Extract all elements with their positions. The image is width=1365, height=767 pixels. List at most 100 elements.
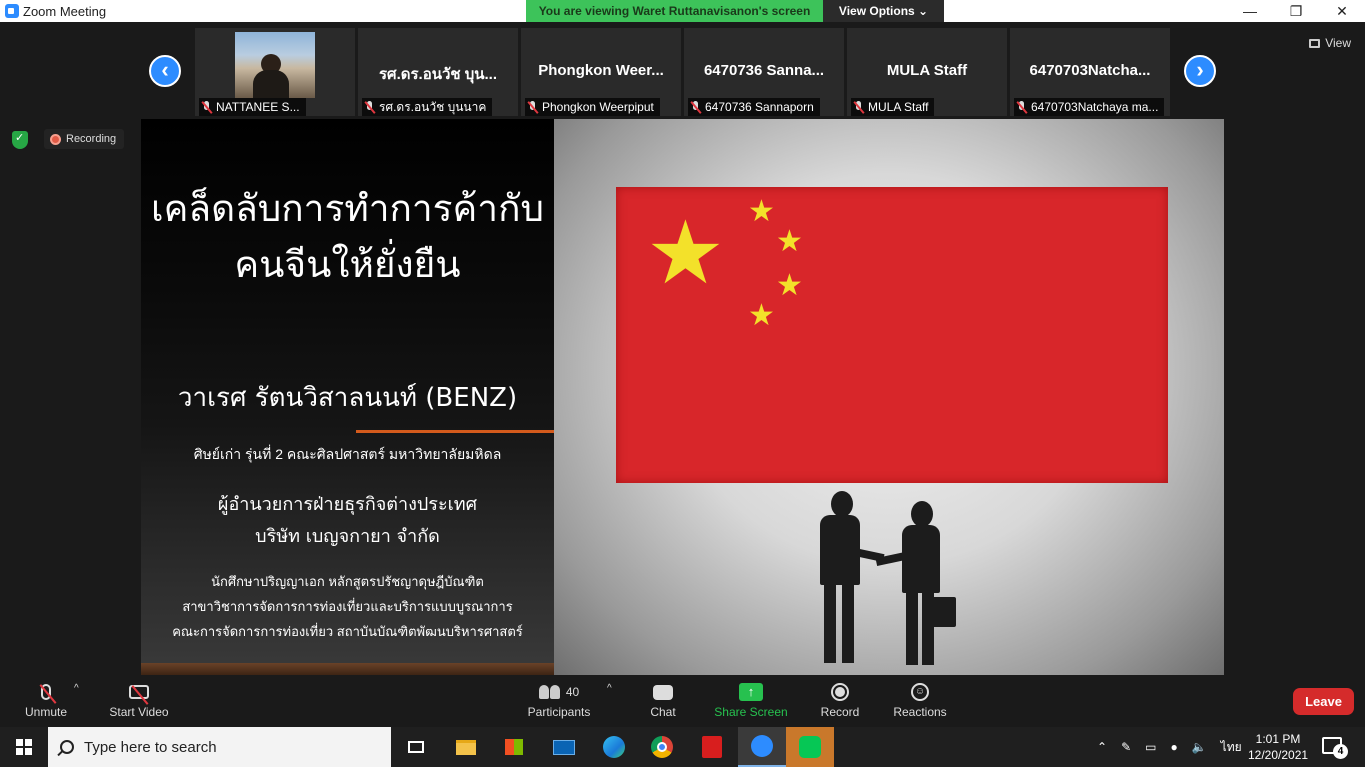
participant-label: Phongkon Weerpiput: [525, 98, 660, 116]
participant-display-name: MULA Staff: [886, 62, 968, 79]
clock-time: 1:01 PM: [1255, 732, 1301, 746]
company-name: บริษัท เบญจกายา จำกัด: [255, 526, 440, 547]
small-star-icon: ★: [748, 299, 775, 332]
leave-button[interactable]: Leave: [1293, 688, 1354, 715]
start-button[interactable]: [0, 727, 48, 767]
notification-count: 4: [1333, 744, 1348, 759]
participant-name: Phongkon Weerpiput: [542, 100, 654, 114]
alumni-line: ศิษย์เก่า รุ่นที่ 2 คณะศิลปศาสตร์ มหาวิท…: [193, 446, 502, 462]
participant-tile[interactable]: รศ.ดร.อนวัช บุน... รศ.ดร.อนวัช บุนนาค: [358, 28, 518, 116]
participant-label: 6470736 Sannaporn: [688, 98, 820, 116]
viewing-message: You are viewing Waret Ruttanavisanon's s…: [526, 0, 823, 22]
audio-options-caret[interactable]: ^: [74, 683, 79, 694]
participant-tile[interactable]: NATTANEE S...: [195, 28, 355, 116]
chat-icon: [653, 684, 673, 700]
participant-display-name: 6470703Natcha...: [1029, 62, 1151, 79]
search-placeholder: Type here to search: [84, 738, 217, 756]
participant-label: 6470703Natchaya ma...: [1014, 98, 1165, 116]
participant-label: รศ.ดร.อนวัช บุนนาค: [362, 98, 493, 116]
chrome-icon[interactable]: [638, 727, 686, 767]
edge-icon[interactable]: [590, 727, 638, 767]
meeting-area: View ‹ › NATTANEE S... รศ.ดร.อนวัช บุน..…: [0, 22, 1365, 727]
participant-tile[interactable]: Phongkon Weer... Phongkon Weerpiput: [521, 28, 681, 116]
line-icon[interactable]: [786, 727, 834, 767]
mic-muted-icon: [853, 100, 864, 114]
record-button[interactable]: Record: [818, 679, 862, 719]
divider: [356, 430, 554, 433]
microphone-icon: [39, 684, 57, 704]
chat-label: Chat: [650, 705, 676, 719]
chevron-up-icon[interactable]: ⌃: [1097, 740, 1107, 754]
study-line: คณะการจัดการการท่องเที่ยว สถาบันบัณฑิตพั…: [172, 624, 523, 639]
share-screen-label: Share Screen: [714, 705, 788, 719]
participant-tile[interactable]: 6470736 Sanna... 6470736 Sannaporn: [684, 28, 844, 116]
study-line: สาขาวิชาการจัดการการท่องเที่ยวและบริการแ…: [182, 599, 513, 614]
system-tray: ⌃ ✎ ▭ ● 🔈 ไทย: [1097, 727, 1242, 767]
participant-name: 6470703Natchaya ma...: [1031, 100, 1159, 114]
taskbar-clock[interactable]: 1:01 PM 12/20/2021: [1248, 731, 1308, 763]
view-button-label: View: [1325, 36, 1351, 50]
study-info: นักศึกษาปริญญาเอก หลักสูตรปรัชญาดุษฎีบัณ…: [141, 569, 554, 644]
store-icon[interactable]: [490, 727, 538, 767]
share-screen-button[interactable]: ↑ Share Screen: [713, 679, 789, 719]
mic-muted-icon: [690, 100, 701, 114]
slide-image: ★ ★ ★ ★ ★: [554, 119, 1224, 675]
slide-title-line: เคล็ดลับการทำการค้ากับ: [151, 187, 544, 230]
participants-button[interactable]: 40 Participants: [524, 679, 594, 719]
mic-muted-icon: [1016, 100, 1027, 114]
taskbar-search[interactable]: Type here to search: [48, 727, 391, 767]
mic-muted-icon: [201, 100, 212, 114]
start-video-button[interactable]: Start Video: [104, 679, 174, 719]
reactions-button[interactable]: ☺ Reactions: [892, 679, 948, 719]
pen-icon[interactable]: ✎: [1121, 740, 1131, 754]
small-star-icon: ★: [776, 269, 803, 302]
reactions-icon: ☺: [911, 683, 929, 701]
participant-tile[interactable]: 6470703Natcha... 6470703Natchaya ma...: [1010, 28, 1170, 116]
china-flag-image: ★ ★ ★ ★ ★: [616, 187, 1168, 483]
chat-button[interactable]: Chat: [643, 679, 683, 719]
arrow-left-icon[interactable]: ‹: [149, 55, 181, 87]
participants-label: Participants: [527, 705, 591, 719]
window-title: Zoom Meeting: [23, 4, 107, 19]
large-star-icon: ★: [646, 203, 725, 302]
video-off-icon: [129, 685, 149, 705]
reactions-label: Reactions: [893, 705, 947, 719]
recording-label: Recording: [66, 133, 117, 145]
record-icon: [831, 683, 849, 701]
recording-indicator[interactable]: Recording: [44, 129, 125, 149]
small-star-icon: ★: [748, 195, 775, 228]
close-button[interactable]: ✕: [1319, 0, 1365, 22]
shared-screen: เคล็ดลับการทำการค้ากับ คนจีนให้ยั่งยืน ว…: [141, 119, 1224, 675]
task-view-icon[interactable]: [392, 727, 440, 767]
shield-check-icon[interactable]: [12, 131, 28, 149]
zoom-icon[interactable]: [738, 727, 786, 767]
minimize-button[interactable]: —: [1227, 0, 1273, 22]
participants-count: 40: [565, 685, 580, 699]
view-button[interactable]: View: [1309, 36, 1351, 50]
mail-icon[interactable]: [540, 727, 588, 767]
slide-text-panel: เคล็ดลับการทำการค้ากับ คนจีนให้ยั่งยืน ว…: [141, 119, 554, 675]
clock-date: 12/20/2021: [1248, 748, 1309, 762]
small-star-icon: ★: [776, 225, 803, 258]
study-line: นักศึกษาปริญญาเอก หลักสูตรปรัชญาดุษฎีบัณ…: [211, 574, 484, 589]
record-label: Record: [820, 705, 860, 719]
arrow-right-icon[interactable]: ›: [1184, 55, 1216, 87]
screen-share-banner: You are viewing Waret Ruttanavisanon's s…: [526, 0, 944, 22]
windows-taskbar: Type here to search ⌃ ✎ ▭ ● 🔈 ไทย 1:01 P…: [0, 727, 1365, 767]
mic-tray-icon[interactable]: ●: [1170, 740, 1177, 754]
participant-video: [235, 32, 315, 98]
maximize-button[interactable]: ❐: [1273, 0, 1319, 22]
file-explorer-icon[interactable]: [442, 727, 490, 767]
zoom-app-icon: [5, 4, 19, 18]
acrobat-icon[interactable]: [688, 727, 736, 767]
participant-tile[interactable]: MULA Staff MULA Staff: [847, 28, 1007, 116]
windows-icon: [16, 739, 32, 755]
volume-icon[interactable]: 🔈: [1192, 740, 1207, 754]
slide-title-line: คนจีนให้ยั่งยืน: [234, 243, 461, 286]
grid-icon: [1309, 38, 1321, 48]
participants-options-caret[interactable]: ^: [607, 683, 612, 694]
view-options-button[interactable]: View Options ⌄: [823, 0, 944, 22]
network-icon[interactable]: ▭: [1145, 740, 1156, 754]
unmute-button[interactable]: Unmute: [20, 679, 72, 719]
input-language[interactable]: ไทย: [1221, 738, 1242, 757]
